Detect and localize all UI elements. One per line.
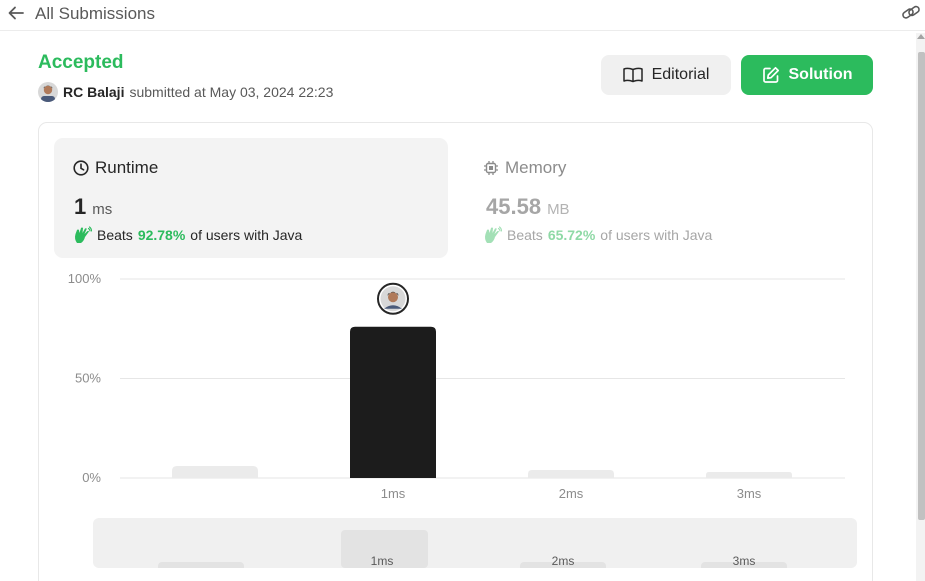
- chart-bar[interactable]: [528, 470, 614, 478]
- x-tick-label: 1ms: [381, 486, 406, 501]
- runtime-title: Runtime: [95, 158, 159, 177]
- beats-prefix: Beats: [507, 227, 543, 243]
- editorial-label: Editorial: [651, 66, 710, 83]
- all-submissions-link[interactable]: All Submissions: [35, 4, 155, 24]
- chart-bar-current[interactable]: [350, 326, 436, 478]
- chart-range-minimap[interactable]: 1ms 2ms 3ms: [93, 518, 857, 568]
- submitted-time: submitted at May 03, 2024 22:23: [129, 84, 334, 100]
- scrollbar-thumb[interactable]: [918, 52, 925, 520]
- back-arrow-icon[interactable]: [6, 3, 26, 23]
- memory-title: Memory: [505, 158, 567, 177]
- solution-label: Solution: [788, 66, 853, 83]
- waving-hands-icon: [483, 226, 503, 244]
- beats-suffix: of users with Java: [190, 227, 303, 243]
- runtime-card[interactable]: Runtime 1 ms Beats 92.78% of users with …: [54, 138, 448, 258]
- runtime-unit: ms: [92, 201, 113, 218]
- submission-status: Accepted: [38, 52, 124, 73]
- minimap-bar: [158, 562, 244, 568]
- memory-value: 45.58: [486, 194, 542, 219]
- runtime-beats-percentage: 92.78%: [137, 227, 186, 243]
- editorial-button[interactable]: Editorial: [601, 55, 731, 95]
- avatar[interactable]: [38, 82, 58, 102]
- clock-icon: [73, 160, 89, 176]
- top-bar: All Submissions: [0, 0, 925, 31]
- chart-bar[interactable]: [706, 472, 792, 478]
- y-tick-label: 100%: [68, 271, 102, 286]
- share-link-icon[interactable]: [900, 2, 922, 24]
- memory-unit: MB: [547, 201, 570, 218]
- memory-beats-percentage: 65.72%: [547, 227, 596, 243]
- beats-prefix: Beats: [97, 227, 133, 243]
- edit-icon: [762, 66, 780, 84]
- scroll-up-arrow-icon[interactable]: [917, 34, 925, 39]
- runtime-distribution-chart[interactable]: 0% 50% 100% 1ms 2ms 3ms: [55, 268, 855, 513]
- x-tick-label: 2ms: [559, 486, 584, 501]
- x-tick-label: 3ms: [737, 486, 762, 501]
- runtime-value: 1: [74, 194, 87, 219]
- y-tick-label: 50%: [75, 371, 101, 386]
- minimap-tick-label: 1ms: [370, 554, 394, 568]
- book-icon: [622, 67, 643, 83]
- beats-suffix: of users with Java: [600, 227, 713, 243]
- user-avatar-marker[interactable]: [377, 282, 409, 315]
- chip-icon: [483, 160, 499, 176]
- author-name[interactable]: RC Balaji: [63, 84, 124, 100]
- minimap-tick-label: 2ms: [551, 554, 575, 568]
- chart-bar[interactable]: [172, 466, 258, 478]
- minimap-tick-label: 3ms: [732, 554, 756, 568]
- memory-card[interactable]: Memory 45.58 MB Beats 65.72% of users wi…: [466, 138, 860, 258]
- solution-button[interactable]: Solution: [741, 55, 873, 95]
- author-row: RC Balaji submitted at May 03, 2024 22:2…: [38, 82, 333, 102]
- y-tick-label: 0%: [82, 470, 101, 485]
- waving-hands-icon: [73, 226, 93, 244]
